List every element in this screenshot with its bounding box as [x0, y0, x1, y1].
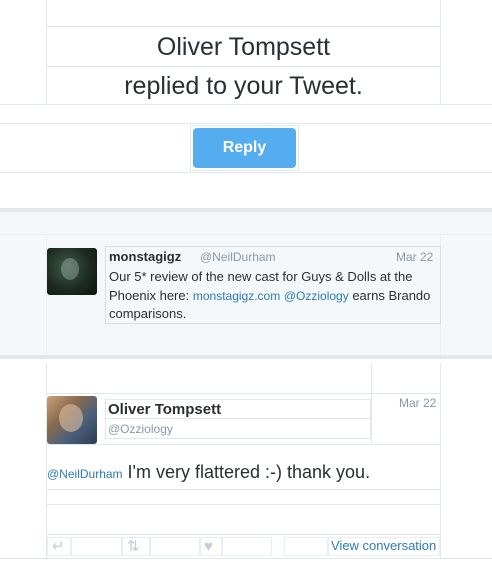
top-divider [46, 26, 441, 27]
reply-name-underline [106, 418, 370, 419]
reply-text-body: I'm very flattered :-) thank you. [122, 462, 371, 482]
quoted-band-line [0, 234, 492, 235]
headline-bottom-border [0, 104, 492, 105]
monstagigz-avatar[interactable] [47, 248, 97, 295]
reply-header-line [46, 393, 441, 394]
reply-author-name[interactable]: Oliver Tompsett [108, 401, 221, 418]
quoted-tweet-text: Our 5* review of the new cast for Guys &… [109, 268, 439, 324]
retweet-action[interactable]: ⇅ [122, 537, 150, 556]
reply-row-top [0, 123, 492, 124]
quoted-tweet-date[interactable]: Mar 22 [396, 250, 433, 264]
reply-row-bottom [0, 172, 492, 173]
actions-top [46, 534, 441, 535]
reply-body-bottom [46, 489, 441, 490]
quoted-author-handle[interactable]: @NeilDurham [200, 250, 276, 264]
section-separator-2 [0, 355, 492, 359]
reply-action-area [71, 537, 122, 556]
retweet-count-area [150, 537, 200, 556]
mid-divider [46, 66, 441, 67]
reply-tweet-text: @NeilDurham I'm very flattered :-) thank… [47, 462, 370, 483]
spacer-area [284, 537, 328, 556]
oliver-tompsett-avatar[interactable] [47, 396, 97, 444]
view-conversation-link[interactable]: View conversation [331, 538, 436, 553]
favorite-action[interactable]: ♥ [200, 537, 222, 556]
heart-icon: ♥ [204, 538, 213, 555]
reply-tweet-date[interactable]: Mar 22 [399, 396, 436, 410]
reply-mention-neildurham[interactable]: @NeilDurham [47, 467, 123, 481]
quoted-mention-ozziology[interactable]: @Ozziology [284, 289, 349, 303]
date-divider [371, 393, 372, 443]
retweet-icon: ⇅ [127, 538, 140, 555]
reply-inner-border [371, 363, 372, 393]
reply-author-handle[interactable]: @Ozziology [108, 422, 173, 436]
favorite-count-area [222, 537, 272, 556]
reply-icon: ↵ [52, 538, 65, 555]
notification-title-line1: Oliver Tompsett [156, 33, 331, 61]
reply-footer-top [46, 504, 441, 505]
reply-body-top [46, 444, 441, 445]
reply-action[interactable]: ↵ [47, 537, 71, 556]
notification-title-line2: replied to your Tweet. [124, 72, 363, 100]
bottom-line [0, 558, 492, 559]
quoted-author-name[interactable]: monstagigz [109, 249, 181, 264]
reply-button[interactable]: Reply [193, 128, 296, 168]
quoted-link-monstagigz[interactable]: monstagigz.com [193, 289, 280, 303]
